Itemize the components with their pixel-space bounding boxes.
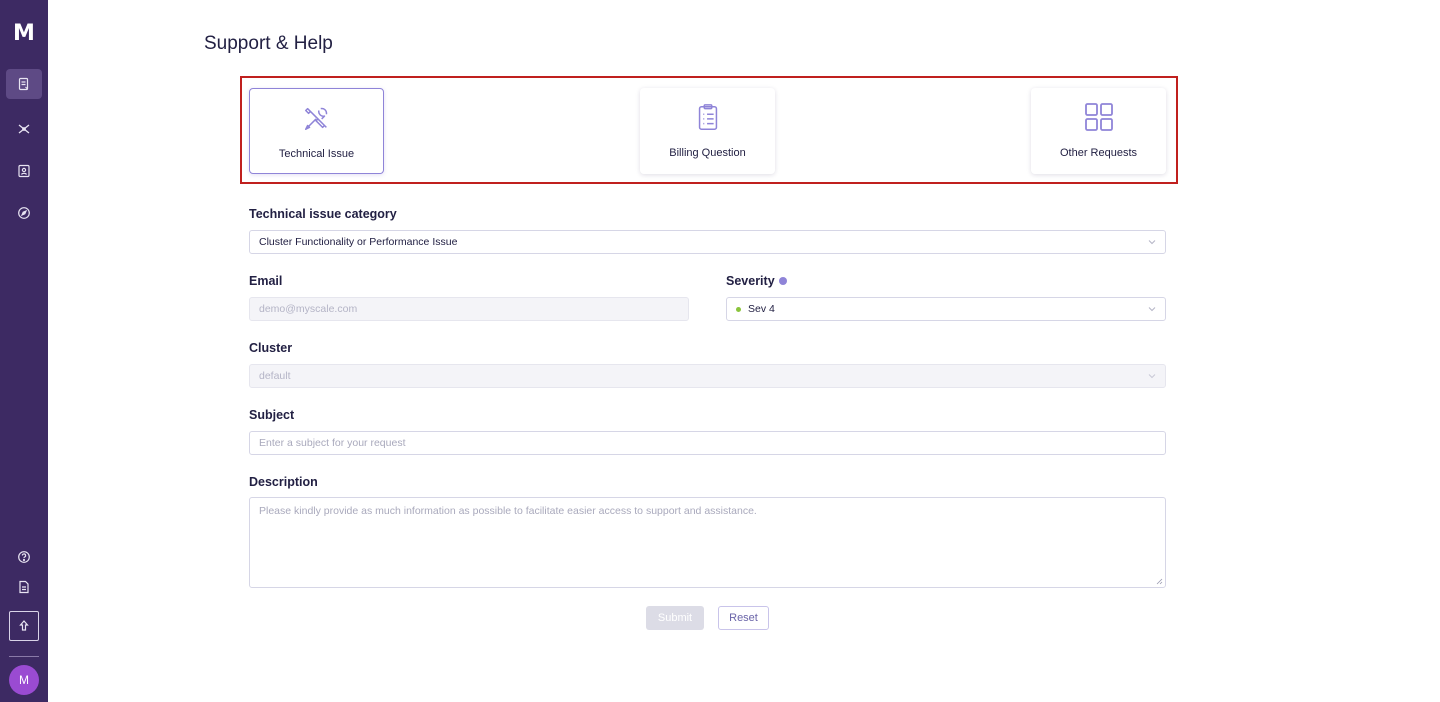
chevron-down-icon — [1148, 307, 1156, 312]
card-other-requests[interactable]: Other Requests — [1031, 88, 1166, 174]
cluster-value: default — [259, 370, 291, 382]
severity-label: Severity — [726, 274, 787, 288]
card-label: Technical Issue — [278, 148, 355, 160]
subject-label: Subject — [249, 408, 295, 422]
category-value: Cluster Functionality or Performance Iss… — [259, 236, 458, 248]
card-label: Other Requests — [1059, 147, 1138, 159]
upload-icon[interactable] — [9, 611, 39, 641]
severity-label-text: Severity — [726, 274, 775, 288]
chevron-down-icon — [1148, 374, 1156, 379]
nav-documents-icon[interactable] — [6, 69, 42, 99]
severity-value: Sev 4 — [748, 303, 775, 315]
email-placeholder: demo@myscale.com — [259, 303, 358, 315]
category-label: Technical issue category — [249, 207, 397, 221]
page-title: Support & Help — [204, 33, 333, 54]
card-billing-question[interactable]: Billing Question — [640, 88, 775, 174]
reset-button[interactable]: Reset — [718, 606, 769, 630]
grid-icon — [1083, 101, 1115, 133]
severity-select[interactable]: Sev 4 — [726, 297, 1166, 321]
clipboard-icon — [692, 101, 724, 133]
email-label: Email — [249, 274, 283, 288]
description-placeholder: Please kindly provide as much informatio… — [259, 505, 757, 517]
cluster-select[interactable]: default — [249, 364, 1166, 388]
info-icon[interactable] — [778, 277, 787, 285]
nav-compass-icon[interactable] — [6, 198, 42, 228]
tools-icon — [301, 102, 333, 134]
category-select[interactable]: Cluster Functionality or Performance Iss… — [249, 230, 1166, 254]
subject-field[interactable] — [249, 431, 1166, 455]
card-technical-issue[interactable]: Technical Issue — [249, 88, 384, 174]
email-field[interactable]: demo@myscale.com — [249, 297, 689, 321]
nav-connections-icon[interactable] — [6, 114, 42, 144]
sidebar: M M — [0, 0, 48, 702]
severity-dot — [736, 306, 741, 312]
cluster-label: Cluster — [249, 341, 293, 355]
help-icon[interactable] — [6, 542, 42, 572]
chevron-down-icon — [1148, 240, 1156, 245]
avatar[interactable]: M — [9, 665, 39, 695]
description-label: Description — [249, 475, 318, 489]
resize-grip-icon[interactable] — [1156, 578, 1163, 585]
submit-button[interactable]: Submit — [646, 606, 704, 630]
sidebar-divider — [9, 656, 39, 657]
description-textarea[interactable]: Please kindly provide as much informatio… — [249, 497, 1166, 588]
card-label: Billing Question — [669, 147, 746, 159]
nav-contacts-icon[interactable] — [6, 156, 42, 186]
docs-icon[interactable] — [6, 572, 42, 602]
subject-input[interactable] — [259, 437, 1165, 449]
app-logo[interactable]: M — [0, 22, 48, 46]
